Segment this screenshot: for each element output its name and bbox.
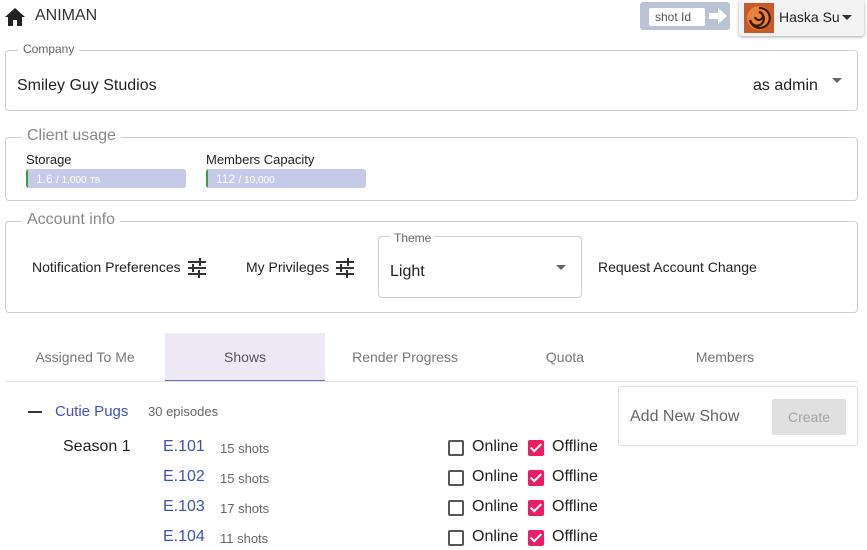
members-value: 112	[216, 172, 236, 186]
user-name: Haska Su	[779, 9, 840, 25]
online-label: Online	[472, 498, 519, 515]
episode-shot-count: 11 shots	[220, 531, 269, 546]
collapse-icon[interactable]	[28, 411, 42, 413]
episode-shot-count: 17 shots	[220, 501, 270, 516]
show-name[interactable]: Cutie Pugs	[55, 403, 128, 420]
episode-count: 30 episodes	[148, 404, 219, 419]
online-checkbox[interactable]	[448, 470, 464, 486]
tab-shows[interactable]: Shows	[165, 333, 325, 382]
offline-checkbox[interactable]	[528, 530, 544, 546]
members-usage-bar: 112 / 10,000	[206, 169, 366, 188]
episode-link[interactable]: E.101	[163, 438, 205, 456]
online-checkbox[interactable]	[448, 440, 464, 456]
theme-legend: Theme	[390, 231, 436, 245]
offline-label: Offline	[552, 528, 598, 545]
user-menu-button[interactable]: Haska Su	[739, 0, 864, 36]
tune-icon[interactable]	[335, 258, 355, 278]
storage-usage-bar: 1.6 / 1,000 TB	[26, 169, 186, 188]
online-label: Online	[472, 438, 519, 455]
episode-row: E.102 15 shots Online Offline	[0, 468, 620, 498]
episode-shot-count: 15 shots	[220, 441, 270, 456]
shot-id-input[interactable]: shot Id	[649, 8, 705, 26]
tab-members[interactable]: Members	[645, 333, 805, 381]
chevron-down-icon	[842, 15, 852, 20]
tab-shows-label: Shows	[223, 349, 267, 365]
create-button[interactable]: Create	[772, 399, 846, 435]
members-usage-fill	[206, 169, 208, 188]
storage-label: Storage	[26, 152, 72, 167]
storage-capacity: / 1,000	[56, 175, 87, 186]
members-capacity-label: Members Capacity	[206, 152, 315, 167]
offline-label: Offline	[552, 468, 598, 485]
app-title: ANIMAN	[35, 7, 98, 24]
episode-link[interactable]: E.103	[163, 498, 205, 516]
theme-value: Light	[390, 263, 425, 280]
storage-value: 1.6	[36, 172, 53, 186]
online-checkbox[interactable]	[448, 500, 464, 516]
members-capacity: / 10,000	[238, 175, 275, 186]
new-show-input[interactable]: Add New Show	[630, 408, 739, 426]
episode-row: E.101 15 shots Online Offline	[0, 438, 620, 468]
tab-render-progress[interactable]: Render Progress	[325, 333, 485, 381]
company-legend: Company	[18, 42, 80, 56]
online-label: Online	[472, 528, 519, 545]
client-usage-legend: Client usage	[22, 127, 121, 145]
add-show-panel: Add New Show Create	[618, 386, 858, 446]
chevron-down-icon	[556, 265, 566, 270]
my-privileges-button[interactable]: My Privileges	[246, 259, 329, 275]
episode-link[interactable]: E.104	[163, 528, 205, 546]
notification-preferences-button[interactable]: Notification Preferences	[32, 259, 181, 275]
episode-shot-count: 15 shots	[220, 471, 270, 486]
tab-assigned-to-me[interactable]: Assigned To Me	[5, 333, 165, 381]
company-role: as admin	[753, 77, 818, 94]
offline-checkbox[interactable]	[528, 440, 544, 456]
home-icon[interactable]	[5, 8, 25, 26]
company-name: Smiley Guy Studios	[17, 77, 157, 94]
offline-label: Offline	[552, 438, 598, 455]
storage-usage-fill	[26, 169, 28, 188]
episode-link[interactable]: E.102	[163, 468, 205, 486]
shot-search: shot Id	[640, 2, 730, 30]
offline-checkbox[interactable]	[528, 470, 544, 486]
episode-row: E.103 17 shots Online Offline	[0, 498, 620, 528]
chevron-down-icon[interactable]	[832, 78, 842, 83]
tab-quota[interactable]: Quota	[485, 333, 645, 381]
storage-unit: TB	[89, 176, 101, 185]
episode-row: E.104 11 shots Online Offline	[0, 528, 620, 550]
theme-select[interactable]: Theme Light	[378, 231, 582, 298]
offline-label: Offline	[552, 498, 598, 515]
tabs-divider	[5, 381, 858, 382]
offline-checkbox[interactable]	[528, 500, 544, 516]
online-label: Online	[472, 468, 519, 485]
online-checkbox[interactable]	[448, 530, 464, 546]
avatar	[744, 3, 774, 33]
arrow-right-icon[interactable]	[709, 8, 727, 24]
tune-icon[interactable]	[187, 258, 207, 278]
account-info-legend: Account info	[22, 211, 121, 229]
request-account-change-button[interactable]: Request Account Change	[598, 259, 757, 275]
